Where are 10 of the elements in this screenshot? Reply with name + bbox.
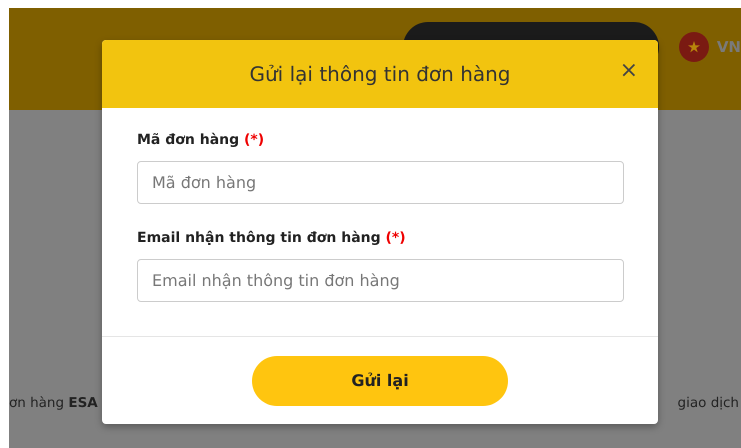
submit-button[interactable]: Gửi lại bbox=[252, 356, 508, 406]
field-label: Email nhận thông tin đơn hàng (*) bbox=[137, 229, 407, 248]
body-text: giao dịch bbox=[678, 394, 739, 413]
modal-title: Gửi lại thông tin đơn hàng bbox=[250, 61, 510, 88]
body-text: ơn hàng ESA bbox=[9, 394, 98, 413]
input-field[interactable]: Mã đơn hàng bbox=[137, 161, 624, 204]
close-button[interactable]: × bbox=[616, 58, 642, 84]
field-label: Mã đơn hàng (*) bbox=[137, 131, 266, 150]
flag-icon[interactable] bbox=[678, 32, 709, 62]
input-field[interactable]: Email nhận thông tin đơn hàng bbox=[137, 259, 624, 302]
